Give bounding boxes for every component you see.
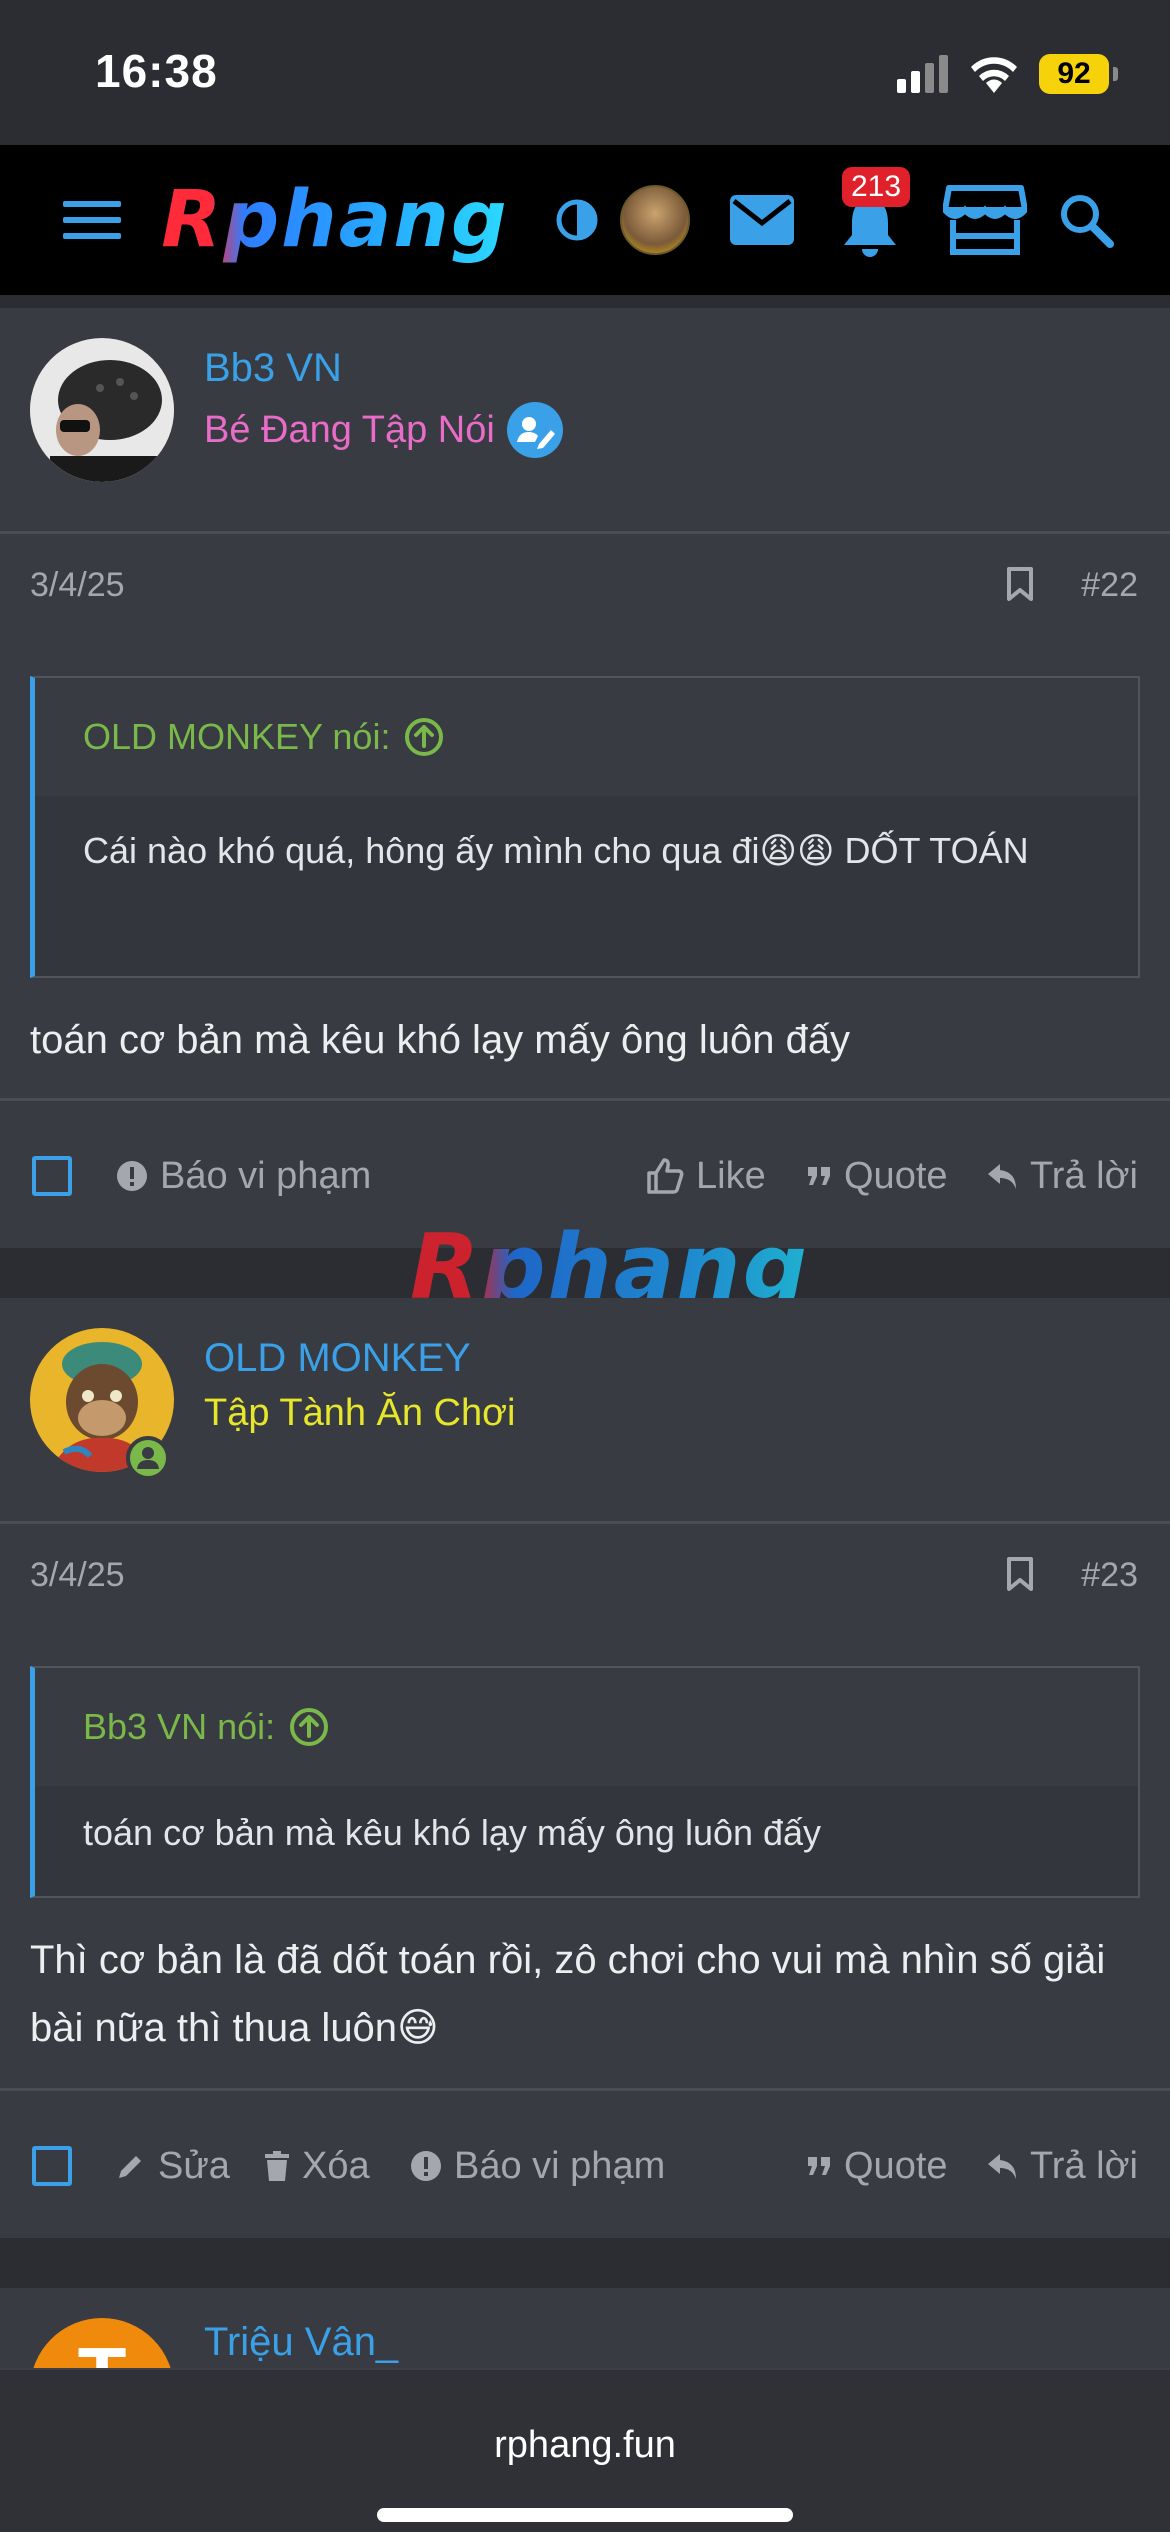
bookmark-icon[interactable] — [1006, 566, 1034, 602]
post-date[interactable]: 3/4/25 — [30, 566, 125, 605]
reply-label: Trả lời — [1030, 1154, 1138, 1197]
cellular-signal-icon — [897, 55, 948, 93]
post-user-block: OLD MONKEY Tập Tành Ăn Chơi — [0, 1298, 1170, 1524]
select-post-checkbox[interactable] — [32, 2091, 72, 2241]
post-number[interactable]: #22 — [1081, 566, 1138, 605]
reply-label: Trả lời — [1030, 2144, 1138, 2187]
quote-label: Quote — [844, 1154, 948, 1197]
user-title: Tập Tành Ăn Chơi — [204, 1392, 516, 1434]
trash-icon — [265, 2151, 289, 2181]
site-logo[interactable]: Rphang — [160, 145, 510, 295]
quote-marks-icon — [808, 2157, 830, 2175]
reply-button[interactable]: Trả lời — [986, 1101, 1138, 1251]
thumbs-up-icon — [647, 1158, 684, 1194]
user-title-row: Bé Đang Tập Nói — [204, 402, 563, 458]
theme-toggle-button[interactable] — [552, 145, 602, 295]
checkbox — [32, 2146, 72, 2186]
contrast-icon — [556, 199, 598, 241]
delete-button[interactable]: Xóa — [264, 2091, 370, 2241]
report-label: Báo vi phạm — [454, 2144, 666, 2187]
quote-text: Cái nào khó quá, hông ấy mình cho qua đi… — [83, 830, 1029, 871]
quote-button[interactable]: Quote — [806, 2091, 948, 2241]
inbox-button[interactable] — [728, 145, 796, 295]
bookmark-icon[interactable] — [1006, 1556, 1034, 1592]
reply-arrow-icon — [988, 2154, 1016, 2179]
browser-bottom-bar: rphang.fun — [0, 2368, 1170, 2532]
pencil-icon — [119, 2156, 141, 2178]
status-icons: 92 — [897, 48, 1118, 100]
quote-button[interactable]: Quote — [806, 1101, 948, 1251]
select-post-checkbox[interactable] — [32, 1101, 72, 1251]
store-button[interactable] — [940, 145, 1030, 295]
avatar-letter: T — [78, 2330, 127, 2368]
quote-header[interactable]: OLD MONKEY nói: — [35, 678, 1138, 796]
reply-arrow-icon — [988, 1164, 1016, 1189]
post-body: toán cơ bản mà kêu khó lạy mấy ông luôn … — [30, 1018, 851, 1062]
envelope-icon — [730, 195, 794, 245]
notification-count-badge: 213 — [842, 167, 910, 207]
menu-button[interactable] — [52, 145, 132, 295]
status-time: 16:38 — [95, 45, 218, 97]
post-23: OLD MONKEY Tập Tành Ăn Chơi 3/4/25 #23 B… — [0, 1298, 1170, 2238]
checkbox — [32, 1156, 72, 1196]
verified-edit-icon — [506, 402, 563, 458]
exclamation-circle-icon — [117, 1161, 147, 1191]
search-icon — [1061, 195, 1114, 248]
post-body: Thì cơ bản là đã dốt toán rồi, zô chơi c… — [30, 1938, 1106, 2050]
avatar — [620, 185, 690, 255]
quote-header[interactable]: Bb3 VN nói: — [35, 1668, 1138, 1786]
status-bar: 16:38 92 — [0, 0, 1170, 145]
battery-tip — [1113, 67, 1118, 81]
user-title: Bé Đang Tập Nói — [204, 408, 495, 451]
arrow-up-circle-icon — [290, 1708, 329, 1746]
arrow-up-circle-icon — [405, 718, 444, 756]
helmet-avatar-image — [30, 338, 174, 482]
store-icon — [943, 185, 1027, 255]
wifi-icon — [971, 57, 1017, 93]
delete-label: Xóa — [302, 2144, 370, 2187]
username[interactable]: OLD MONKEY — [204, 1336, 471, 1381]
post-number[interactable]: #23 — [1081, 1556, 1138, 1595]
exclamation-circle-icon — [411, 2151, 441, 2181]
report-button[interactable]: Báo vi phạm — [116, 1101, 371, 1251]
quote-block: Bb3 VN nói: toán cơ bản mà kêu khó lạy m… — [30, 1666, 1140, 1898]
quote-block: OLD MONKEY nói: Cái nào khó quá, hông ấy… — [30, 676, 1140, 978]
address-bar[interactable]: rphang.fun — [0, 2424, 1170, 2467]
edit-button[interactable]: Sửa — [116, 2091, 230, 2241]
online-status-icon — [126, 1436, 170, 1480]
avatar[interactable] — [30, 338, 174, 482]
post-user-block: Bb3 VN Bé Đang Tập Nói — [0, 308, 1170, 534]
post-22: Bb3 VN Bé Đang Tập Nói 3/4/25 #22 OLD MO… — [0, 308, 1170, 1248]
username[interactable]: Bb3 VN — [204, 346, 342, 391]
battery-icon: 92 — [1039, 54, 1109, 94]
report-button[interactable]: Báo vi phạm — [410, 2091, 665, 2241]
like-label: Like — [696, 1154, 766, 1197]
post-next: T Triệu Vân_ — [0, 2288, 1170, 2368]
quote-text: toán cơ bản mà kêu khó lạy mấy ông luôn … — [83, 1812, 822, 1853]
quote-label: Quote — [844, 2144, 948, 2187]
search-button[interactable] — [1054, 145, 1118, 295]
user-avatar-button[interactable] — [618, 145, 692, 295]
post-date[interactable]: 3/4/25 — [30, 1556, 125, 1595]
reply-button[interactable]: Trả lời — [986, 2091, 1138, 2241]
edit-label: Sửa — [158, 2144, 230, 2187]
report-label: Báo vi phạm — [160, 1154, 372, 1197]
quote-author: Bb3 VN nói: — [83, 1706, 276, 1747]
logo-text: Rphang — [161, 175, 509, 265]
quote-author: OLD MONKEY nói: — [83, 716, 391, 757]
avatar[interactable]: T — [30, 2318, 174, 2368]
username[interactable]: Triệu Vân_ — [204, 2320, 398, 2365]
post-actions: Sửa Xóa Báo vi phạm Quote Trả lời — [0, 2088, 1170, 2238]
site-header: Rphang 213 — [0, 145, 1170, 295]
home-indicator — [377, 2508, 793, 2522]
hamburger-menu-icon — [63, 201, 121, 239]
quote-marks-icon — [808, 1167, 830, 1185]
